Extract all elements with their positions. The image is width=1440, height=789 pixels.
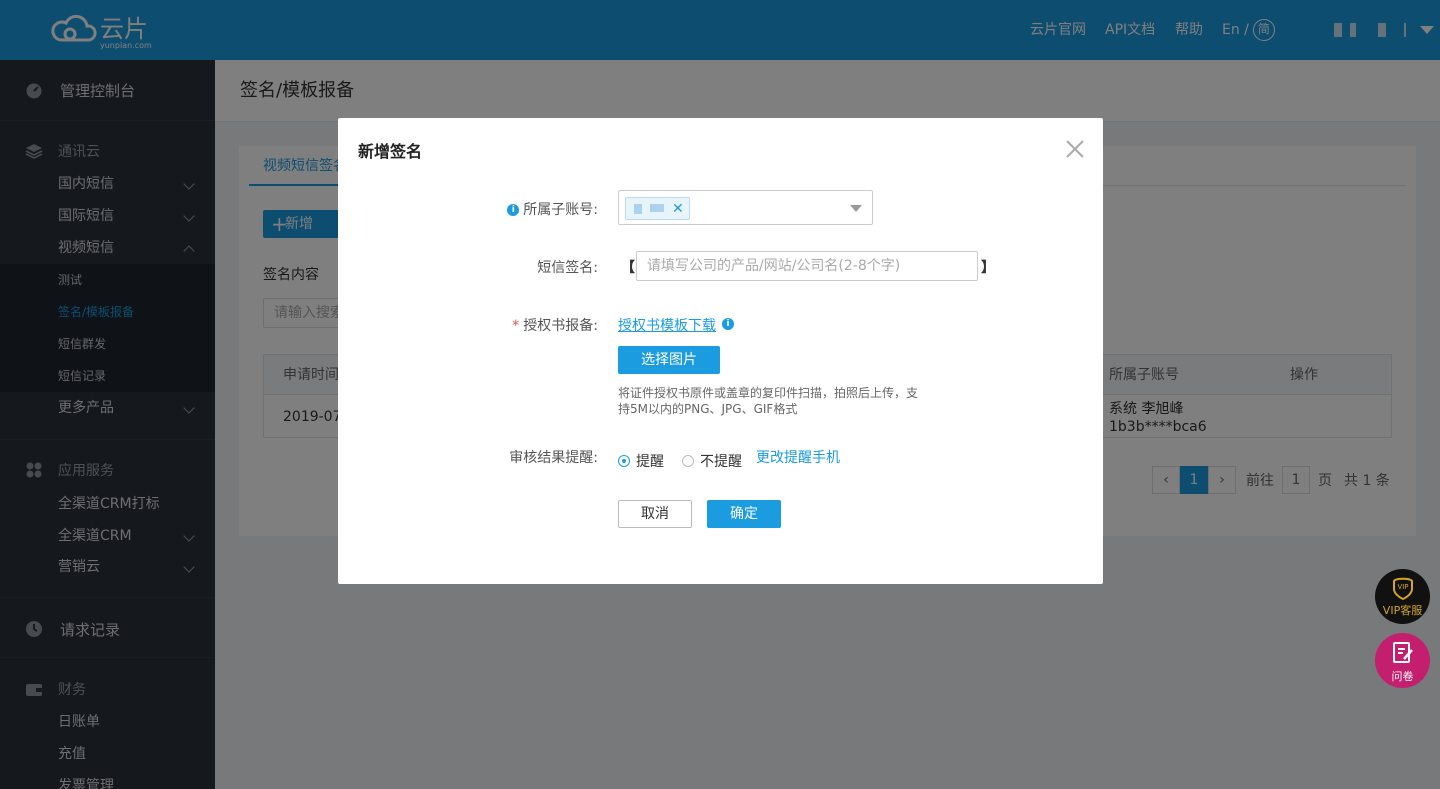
survey-label: 问卷 <box>1391 670 1414 683</box>
bracket-left: 【 <box>621 260 635 276</box>
auth-template-download-link[interactable]: 授权书模板下载 <box>618 315 716 335</box>
dialog-title: 新增签名 <box>358 142 423 161</box>
vip-label: VIP客服 <box>1382 604 1423 617</box>
vip-service-button[interactable]: VIP VIP客服 <box>1375 569 1430 624</box>
info-icon[interactable]: i <box>722 318 734 330</box>
blurred-account-name <box>634 204 664 214</box>
survey-button[interactable]: 问卷 <box>1375 633 1430 688</box>
radio-checked-icon[interactable] <box>618 455 630 467</box>
radio-remind[interactable]: 提醒 <box>618 451 664 471</box>
account-label: i 所属子账号: <box>507 199 598 219</box>
new-signature-dialog: 新增签名 i 所属子账号: ✕ 短信签名: 【 请填写公司的产品/网站/公司名(2… <box>338 118 1103 584</box>
change-phone-link[interactable]: 更改提醒手机 <box>756 447 840 467</box>
info-icon[interactable]: i <box>507 204 520 216</box>
upload-hint: 将证件授权书原件或盖章的复印件扫描，拍照后上传，支持5M以内的PNG、JPG、G… <box>618 386 919 416</box>
bracket-right: 】 <box>981 260 995 276</box>
svg-text:VIP: VIP <box>1397 583 1408 591</box>
radio-unchecked-icon[interactable] <box>682 455 694 467</box>
remove-tag-icon[interactable]: ✕ <box>672 199 684 219</box>
auth-label: * 授权书报备: <box>512 318 598 334</box>
sign-label: 短信签名: <box>537 260 598 276</box>
selected-account-tag: ✕ <box>625 197 690 220</box>
chevron-down-icon[interactable] <box>850 205 862 212</box>
confirm-button[interactable]: 确定 <box>707 500 781 528</box>
select-image-button[interactable]: 选择图片 <box>618 346 720 374</box>
required-mark: * <box>512 318 520 334</box>
signature-input[interactable]: 请填写公司的产品/网站/公司名(2-8个字) <box>636 251 978 281</box>
vip-badge-icon: VIP <box>1393 577 1413 601</box>
cancel-button[interactable]: 取消 <box>618 500 692 528</box>
survey-edit-icon <box>1393 642 1413 663</box>
close-icon[interactable] <box>1064 138 1086 160</box>
sub-account-select[interactable]: ✕ <box>618 190 873 225</box>
radio-no-remind[interactable]: 不提醒 <box>682 451 742 471</box>
remind-label: 审核结果提醒: <box>509 450 598 466</box>
